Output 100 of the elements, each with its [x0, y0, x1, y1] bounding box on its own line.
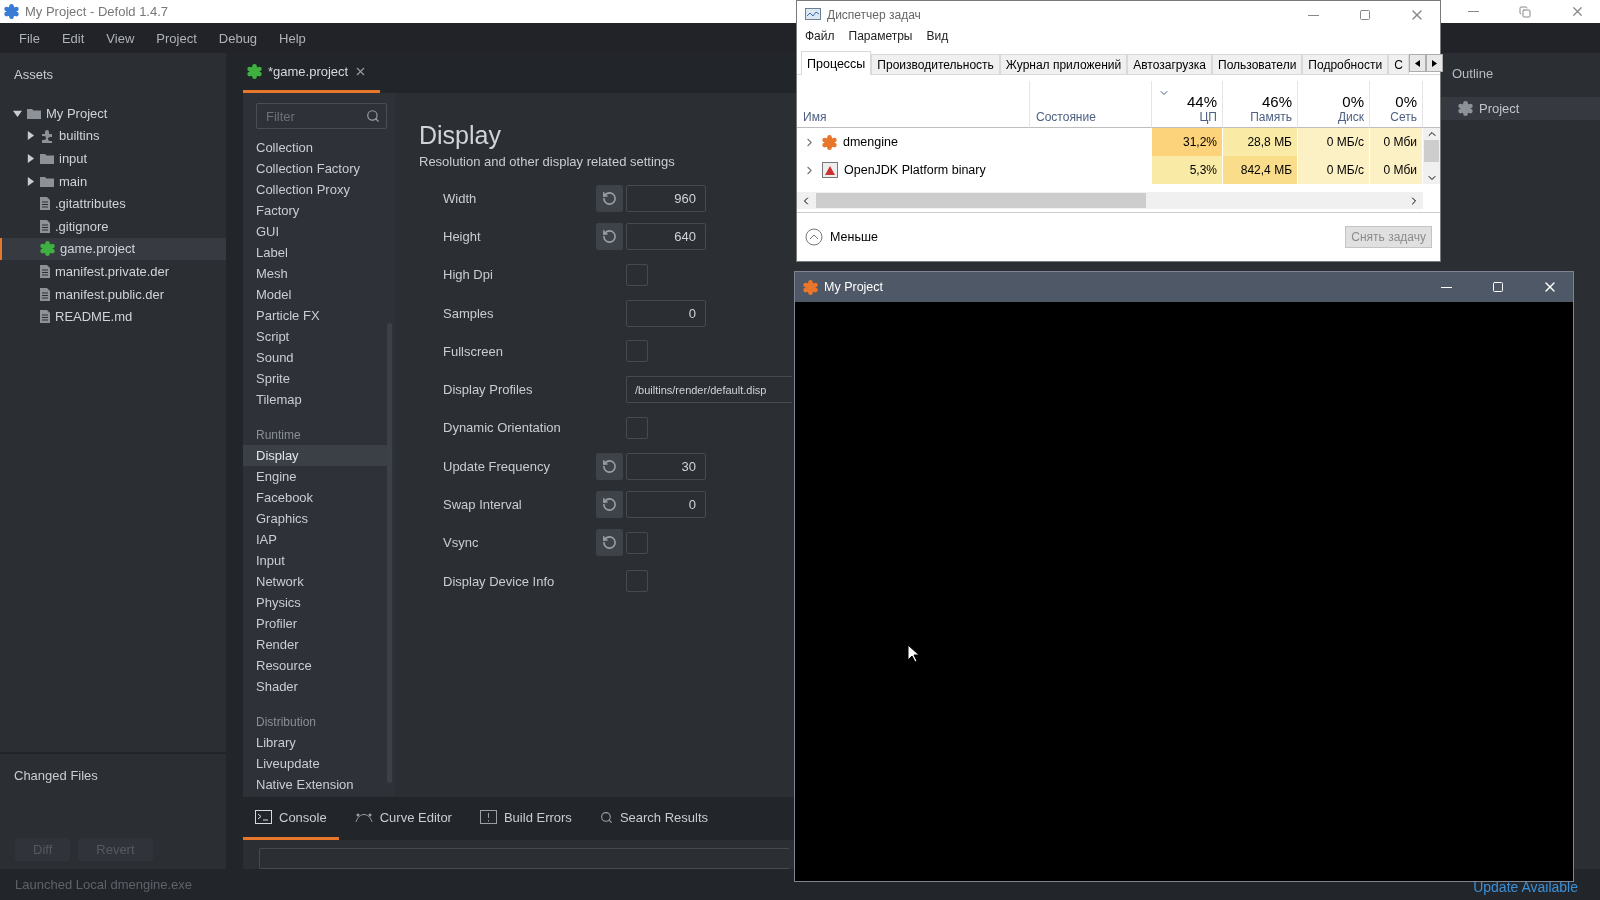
process-row-name[interactable]: OpenJDK Platform binary	[797, 156, 1030, 184]
console-search-field[interactable]	[259, 848, 789, 869]
number-field[interactable]: 0	[626, 491, 706, 518]
menu-item[interactable]: Параметры	[848, 29, 913, 51]
field-label: Vsync	[443, 535, 480, 551]
field-label: Samples	[443, 305, 495, 321]
category-item[interactable]: IAP	[243, 529, 387, 550]
category-item[interactable]: Render	[243, 634, 387, 655]
menu-item[interactable]: Вид	[926, 29, 949, 51]
window-title: My Project	[824, 280, 885, 294]
reset-button[interactable]	[596, 529, 623, 557]
category-item[interactable]: Shader	[243, 676, 387, 697]
number-field[interactable]: 30	[626, 452, 706, 480]
checkbox[interactable]	[626, 570, 648, 593]
reset-button[interactable]	[596, 222, 623, 250]
category-item[interactable]: Physics	[243, 592, 387, 613]
number-field[interactable]: 960	[626, 184, 706, 212]
checkbox[interactable]	[626, 416, 648, 439]
reset-button[interactable]	[596, 491, 623, 518]
menu-item[interactable]: Help	[268, 30, 317, 46]
fewer-details-toggle[interactable]: Меньше	[805, 228, 878, 246]
column-header[interactable]: Состояние	[1030, 81, 1152, 128]
category-item[interactable]: GUI	[243, 221, 387, 242]
panel-tab[interactable]: Curve Editor	[342, 797, 464, 840]
category-item[interactable]: Profiler	[243, 613, 387, 634]
tab[interactable]: Подробности	[1302, 54, 1389, 74]
category-item[interactable]: Mesh	[243, 263, 387, 284]
category-item[interactable]: Network	[243, 571, 387, 592]
tree-item[interactable]: builtins	[0, 124, 226, 148]
category-item[interactable]: Liveupdate	[243, 753, 387, 774]
process-name: OpenJDK Platform binary	[844, 163, 986, 177]
category-item[interactable]: Sprite	[243, 368, 387, 389]
horizontal-scrollbar[interactable]	[797, 192, 1423, 209]
path-field[interactable]: /builtins/render/default.disp	[626, 376, 792, 404]
tab[interactable]: Автозагрузка	[1127, 54, 1213, 74]
category-item[interactable]: Particle FX	[243, 305, 387, 326]
checkbox[interactable]	[626, 340, 648, 363]
tree-item[interactable]: game.project	[0, 237, 226, 261]
field-label: Display Profiles	[443, 382, 534, 398]
reset-button[interactable]	[596, 184, 623, 212]
tree-item[interactable]: .gitignore	[0, 214, 226, 238]
tree-item[interactable]: main	[0, 169, 226, 193]
tab[interactable]: Пользователи	[1212, 54, 1303, 74]
menu-item[interactable]: View	[95, 30, 146, 46]
category-item[interactable]: Native Extension	[243, 774, 387, 795]
update-link[interactable]: Update Available	[1473, 878, 1578, 895]
tab[interactable]: Журнал приложений	[999, 54, 1128, 74]
field-label: Swap Interval	[443, 497, 523, 512]
tree-item[interactable]: .gitattributes	[0, 192, 226, 215]
number-field[interactable]: 640	[626, 222, 706, 250]
expanded-arrow-icon[interactable]	[13, 108, 22, 118]
category-item[interactable]: Collection Proxy	[243, 179, 387, 200]
category-item[interactable]: Sound	[243, 347, 387, 368]
panel-tab[interactable]: Search Results	[587, 797, 721, 840]
category-heading: Distribution	[255, 713, 318, 731]
checkbox[interactable]	[626, 531, 648, 554]
menu-item[interactable]: File	[8, 30, 51, 46]
minimize-icon	[1307, 14, 1319, 16]
category-item[interactable]: Factory	[243, 200, 387, 221]
collapsed-arrow-icon[interactable]	[26, 176, 35, 186]
tab[interactable]: С	[1388, 54, 1409, 74]
category-item[interactable]: Tilemap	[243, 389, 387, 410]
menu-item[interactable]: Файл	[805, 29, 835, 51]
tab[interactable]: Процессы	[801, 51, 872, 75]
tab[interactable]: Производительность	[871, 54, 1000, 74]
category-item[interactable]: Script	[243, 326, 387, 347]
category-item[interactable]: Label	[243, 242, 387, 263]
collapsed-arrow-icon[interactable]	[26, 154, 35, 163]
reset-button[interactable]	[596, 452, 623, 480]
category-item[interactable]: Display	[243, 445, 387, 466]
file-icon	[40, 310, 50, 324]
usage-cell: 0 МБ/с	[1298, 156, 1370, 184]
category-item[interactable]: Model	[243, 284, 387, 305]
checkbox[interactable]	[626, 263, 648, 286]
category-item[interactable]: Graphics	[243, 508, 387, 529]
file-icon	[40, 287, 50, 301]
tree-item[interactable]: input	[0, 147, 226, 170]
collapsed-arrow-icon[interactable]	[26, 131, 35, 141]
menu-item[interactable]: Edit	[50, 30, 96, 46]
process-row-name[interactable]: dmengine	[797, 128, 1030, 156]
tree-item[interactable]: manifest.public.der	[0, 282, 226, 306]
tree-item[interactable]: manifest.private.der	[0, 260, 226, 283]
category-item[interactable]: Collection Factory	[243, 158, 387, 179]
category-item[interactable]: Input	[243, 550, 387, 571]
usage-cell: 31,2%	[1152, 128, 1223, 156]
category-item[interactable]: Collection	[243, 137, 387, 158]
column-header[interactable]: Имя	[797, 81, 1030, 128]
category-item[interactable]: Resource	[243, 655, 387, 676]
vertical-scrollbar[interactable]	[1423, 128, 1440, 184]
category-item[interactable]: Library	[243, 732, 387, 753]
tree-item[interactable]: My Project	[0, 102, 226, 125]
category-item[interactable]: Facebook	[243, 487, 387, 508]
panel-tab[interactable]: Build Errors	[467, 797, 584, 840]
outline-item[interactable]: Project	[1440, 97, 1600, 120]
tree-item[interactable]: README.md	[0, 305, 226, 328]
menu-item[interactable]: Debug	[207, 30, 269, 46]
panel-title: Assets	[13, 66, 54, 84]
number-field[interactable]: 0	[626, 299, 706, 327]
menu-item[interactable]: Project	[145, 30, 208, 46]
category-item[interactable]: Engine	[243, 466, 387, 487]
